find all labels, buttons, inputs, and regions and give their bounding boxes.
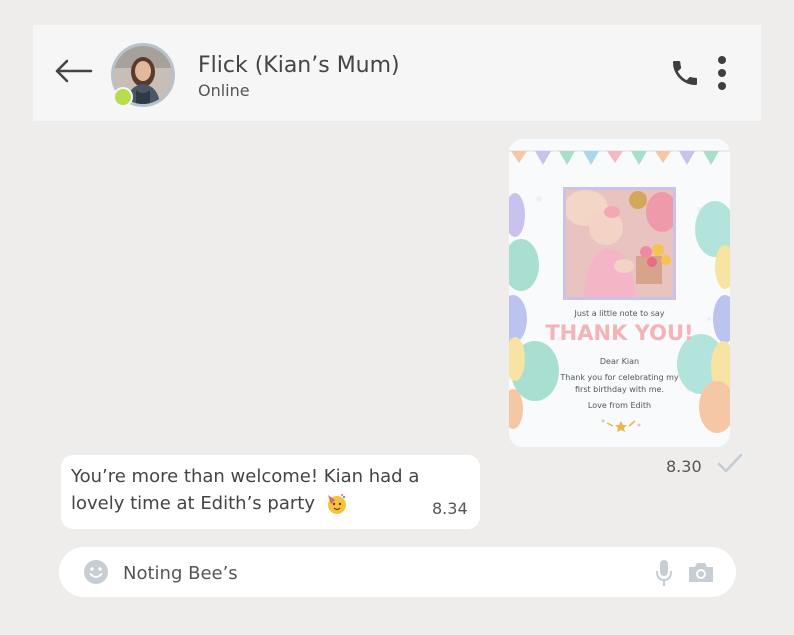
- online-status-dot: [113, 87, 133, 107]
- microphone-button[interactable]: [655, 558, 673, 588]
- check-icon: [717, 452, 743, 474]
- outgoing-message-time: 8.30: [666, 457, 702, 476]
- party-face-icon: [325, 493, 347, 515]
- more-vertical-icon: [718, 56, 726, 90]
- contact-avatar-container[interactable]: [111, 43, 175, 107]
- card-intro-text: Just a little note to say: [574, 309, 665, 318]
- message-composer: [59, 547, 736, 597]
- incoming-message-line-1: You’re more than welcome! Kian had a: [71, 466, 420, 487]
- back-button[interactable]: [53, 55, 95, 87]
- message-input[interactable]: [121, 557, 595, 589]
- more-options-button[interactable]: [715, 55, 729, 91]
- card-body-line-2: first birthday with me.: [574, 385, 664, 394]
- arrow-left-icon: [55, 59, 93, 83]
- baby-photo[interactable]: [563, 187, 676, 300]
- contact-status: Online: [198, 81, 250, 100]
- card-greeting: Dear Kian: [599, 357, 640, 366]
- phone-icon: [673, 61, 697, 85]
- call-button[interactable]: [669, 57, 701, 89]
- incoming-message-line-2: lovely time at Edith’s party: [71, 493, 315, 514]
- card-headline: THANK YOU!: [545, 321, 694, 345]
- smiley-icon: [84, 560, 108, 584]
- card-signoff: Love from Edith: [587, 401, 652, 410]
- camera-icon: [689, 563, 713, 582]
- incoming-message-bubble[interactable]: You’re more than welcome! Kian had a lov…: [61, 455, 480, 529]
- emoji-button[interactable]: [83, 559, 109, 585]
- microphone-icon: [656, 560, 672, 586]
- camera-button[interactable]: [687, 560, 715, 584]
- contact-name[interactable]: Flick (Kian’s Mum): [198, 53, 400, 78]
- chat-header: Flick (Kian’s Mum) Online: [33, 25, 761, 121]
- card-body-line-1: Thank you for celebrating my: [560, 373, 679, 382]
- thank-you-card-message[interactable]: Just a little note to say THANK YOU! Dea…: [509, 139, 730, 447]
- incoming-message-time: 8.34: [432, 499, 468, 518]
